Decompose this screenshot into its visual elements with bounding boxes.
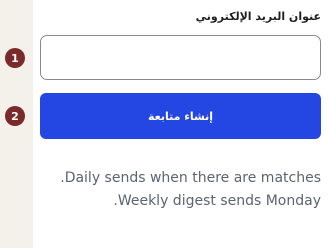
email-field[interactable] (40, 35, 321, 80)
step-marker-1: 1 (5, 48, 25, 68)
step-marker-2: 2 (5, 106, 25, 126)
create-alert-button[interactable]: إنشاء متابعة (40, 93, 321, 139)
email-field-label: عنوان البريد الإلكتروني (195, 10, 321, 23)
help-text-line-1: Daily sends when there are matches. (60, 170, 321, 186)
alert-form-page: عنوان البريد الإلكتروني 1 2 إنشاء متابعة… (0, 0, 329, 248)
help-text-line-2: Weekly digest sends Monday. (113, 193, 321, 209)
help-text: Daily sends when there are matches. Week… (36, 167, 321, 213)
